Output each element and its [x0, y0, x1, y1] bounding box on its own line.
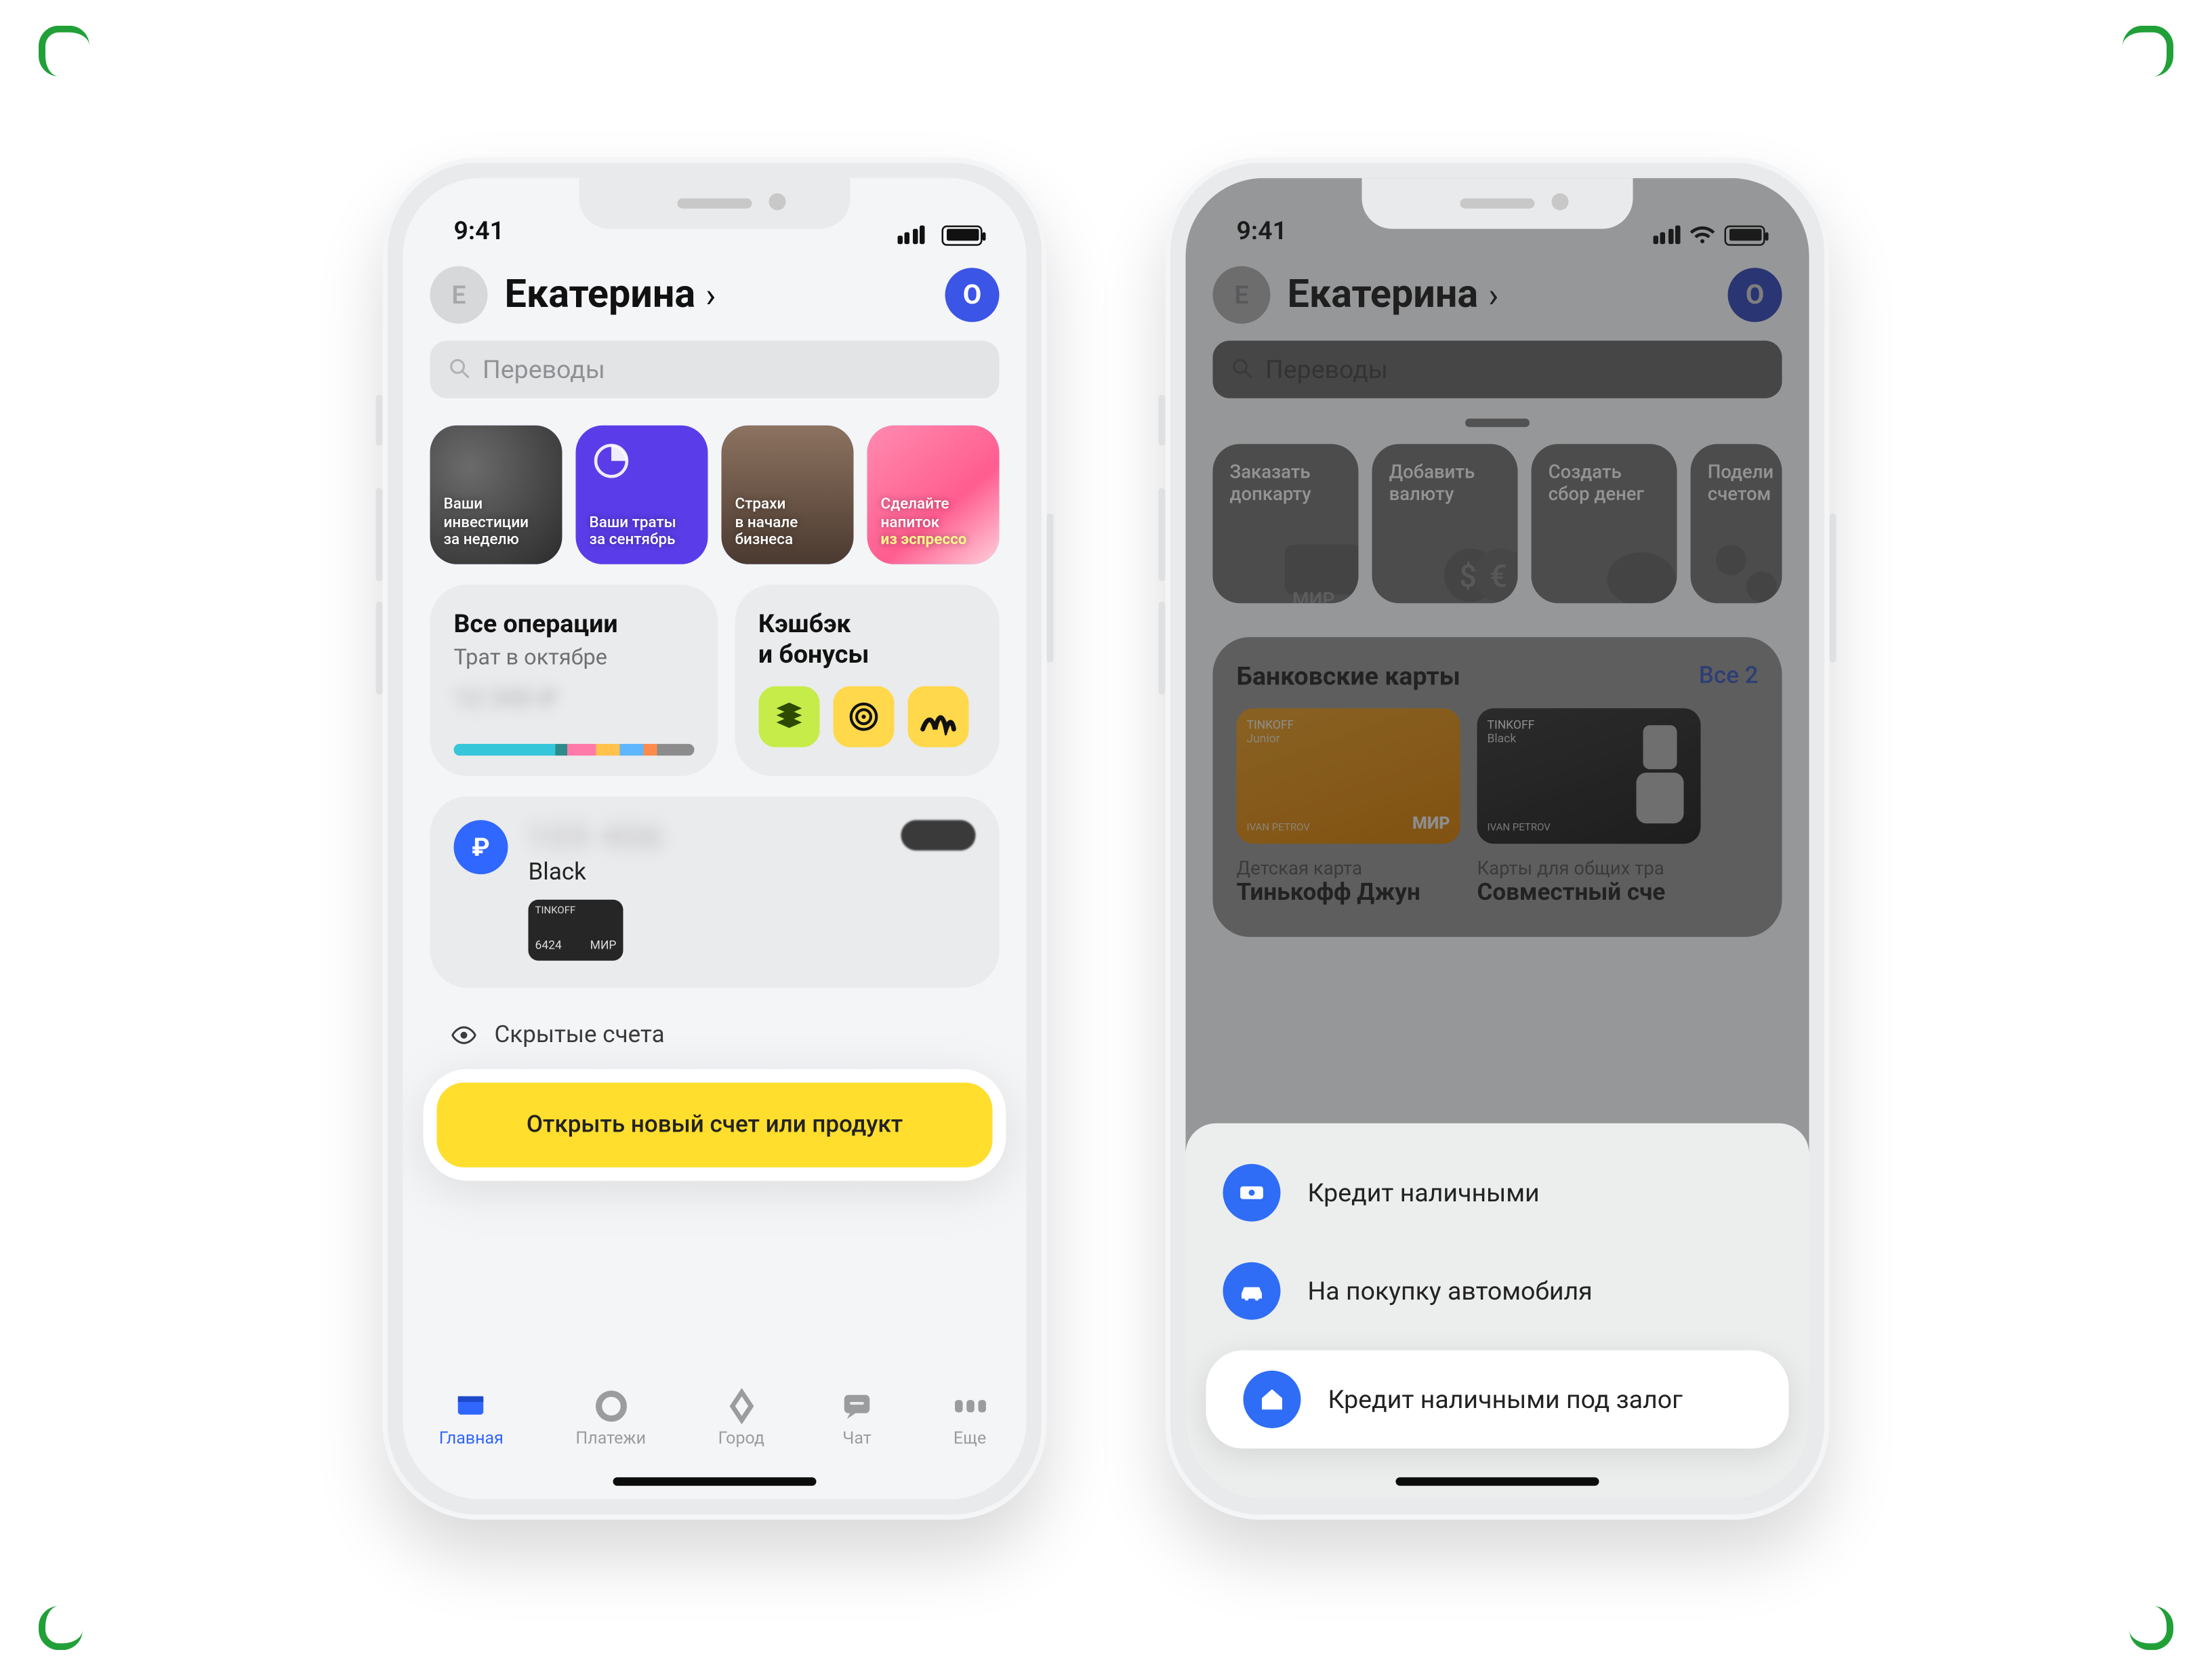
svg-text:МИР: МИР	[1292, 587, 1334, 602]
cta-wrap: Открыть новый счет или продукт	[424, 1068, 1006, 1180]
bonus-icon-2	[833, 685, 894, 746]
bonus-icons	[758, 685, 976, 746]
mini-card[interactable]: TINKOFF 6424МИР	[529, 898, 623, 959]
stories-row[interactable]: Вашиинвестицииза неделю Ваши тратыза сен…	[403, 424, 1027, 563]
story-business[interactable]: Страхив началебизнеса	[722, 424, 854, 563]
operations-card[interactable]: Все операции Трат в октябре 12 345 ₽	[430, 583, 718, 775]
car-icon	[1223, 1261, 1281, 1319]
cash-icon	[1223, 1163, 1281, 1220]
account-name: Black	[529, 858, 665, 885]
tab-chat[interactable]: Чат	[837, 1386, 878, 1447]
home-icon	[451, 1386, 491, 1424]
account-toggle[interactable]	[901, 819, 976, 850]
search-icon	[447, 356, 473, 381]
svg-text:€: €	[1490, 557, 1507, 593]
user-name[interactable]: Екатерина	[1288, 271, 1479, 317]
svg-text:$: $	[1459, 557, 1477, 593]
wifi-icon	[1689, 224, 1716, 245]
pie-icon	[593, 441, 630, 478]
bank-card-junior[interactable]: TINKOFF Junior IVAN PETROV МИР Детская к…	[1237, 707, 1460, 906]
header: Е Екатерина › О Переводы	[403, 251, 1027, 411]
sheet-option-secured-loan[interactable]: Кредит наличными под залог	[1206, 1349, 1789, 1447]
bank-cards-section[interactable]: Банковские карты Все 2 TINKOFF Junior IV…	[1213, 636, 1782, 936]
avatar[interactable]: Е	[430, 265, 488, 323]
phone-left: 9:41 Е Екатерина › О	[383, 157, 1047, 1518]
search-icon	[1230, 356, 1256, 381]
action-share-account[interactable]: Поделисчетом	[1691, 443, 1782, 602]
quick-actions-row[interactable]: Заказатьдопкарту МИР Добавитьвалюту $€ С…	[1186, 426, 1809, 602]
knight-icon	[1626, 714, 1694, 836]
screen-sheet: 9:41 Е Екатерина › О	[1186, 177, 1809, 1498]
bottom-sheet[interactable]: Кредит наличными На покупку автомобиля К…	[1186, 1122, 1809, 1498]
story-espresso[interactable]: Сделайтенапитокиз эспрессо	[867, 424, 1000, 563]
story-investments[interactable]: Вашиинвестицииза неделю	[430, 424, 562, 563]
drag-handle-icon[interactable]	[1465, 417, 1530, 426]
battery-icon	[1725, 224, 1765, 245]
tab-more[interactable]: Еще	[949, 1386, 990, 1447]
operations-subtitle: Трат в октябре	[454, 644, 694, 670]
action-extra-card[interactable]: Заказатьдопкарту МИР	[1213, 443, 1359, 602]
header: Е Екатерина › О Переводы	[1186, 251, 1809, 411]
card-icon: МИР	[1277, 521, 1359, 602]
chevron-right-icon[interactable]: ›	[1488, 274, 1498, 314]
ruble-icon: ₽	[454, 819, 508, 873]
screen-home: 9:41 Е Екатерина › О	[403, 177, 1027, 1498]
bonus-icon-1	[758, 685, 819, 746]
hidden-accounts-button[interactable]: Скрытые счета	[403, 987, 1027, 1048]
sheet-option-auto-loan[interactable]: На покупку автомобиля	[1186, 1241, 1809, 1339]
share-icon	[1701, 521, 1782, 602]
cellular-icon	[1652, 225, 1680, 244]
tab-home[interactable]: Главная	[439, 1386, 504, 1447]
open-product-button[interactable]: Открыть новый счет или продукт	[437, 1081, 993, 1166]
chevron-right-icon[interactable]: ›	[705, 274, 716, 314]
bonus-icon-3	[907, 685, 968, 746]
home-indicator[interactable]	[1396, 1476, 1599, 1485]
action-collect-money[interactable]: Создатьсбор денег	[1532, 443, 1677, 602]
payments-icon	[590, 1386, 631, 1424]
eye-icon	[451, 1020, 478, 1048]
notch	[579, 177, 851, 228]
tab-city[interactable]: Город	[718, 1386, 764, 1447]
search-input[interactable]: Переводы	[430, 339, 1000, 397]
sheet-option-cash-loan[interactable]: Кредит наличными	[1186, 1142, 1809, 1241]
hidden-accounts-label: Скрытые счета	[495, 1020, 665, 1048]
bank-cards-title: Банковские карты	[1237, 660, 1460, 690]
account-card[interactable]: ₽ 123 456 Black TINKOFF 6424МИР	[430, 795, 1000, 987]
cashback-card[interactable]: Кэшбэки бонусы	[735, 583, 1000, 775]
search-input[interactable]: Переводы	[1213, 339, 1782, 397]
more-icon	[949, 1386, 990, 1424]
search-placeholder: Переводы	[483, 353, 605, 384]
story-spending[interactable]: Ваши тратыза сентябрь	[576, 424, 708, 563]
battery-icon	[942, 224, 983, 245]
phone-right: 9:41 Е Екатерина › О	[1166, 157, 1830, 1518]
operations-amount: 12 345 ₽	[454, 682, 558, 712]
account-amount: 123 456	[529, 819, 665, 855]
bank-card-shared[interactable]: TINKOFF Black IVAN PETROV Карты для общи…	[1477, 707, 1701, 906]
piggy-icon	[1596, 521, 1677, 602]
chat-icon	[837, 1386, 878, 1424]
operations-title: Все операции	[454, 607, 694, 638]
spending-segments	[454, 743, 694, 755]
currency-icon: $€	[1437, 521, 1518, 602]
home-indicator[interactable]	[613, 1476, 817, 1485]
status-time: 9:41	[1237, 214, 1287, 245]
profile-ring-icon[interactable]: О	[945, 267, 1000, 321]
status-time: 9:41	[454, 214, 504, 245]
house-icon	[1244, 1369, 1301, 1427]
tab-payments[interactable]: Платежи	[575, 1386, 646, 1447]
avatar[interactable]: Е	[1213, 265, 1271, 323]
action-add-currency[interactable]: Добавитьвалюту $€	[1372, 443, 1518, 602]
bank-cards-all[interactable]: Все 2	[1699, 661, 1759, 688]
cellular-icon	[897, 225, 924, 244]
notch	[1362, 177, 1633, 228]
profile-ring-icon[interactable]: О	[1728, 267, 1782, 321]
user-name[interactable]: Екатерина	[505, 271, 696, 317]
city-icon	[721, 1386, 762, 1424]
